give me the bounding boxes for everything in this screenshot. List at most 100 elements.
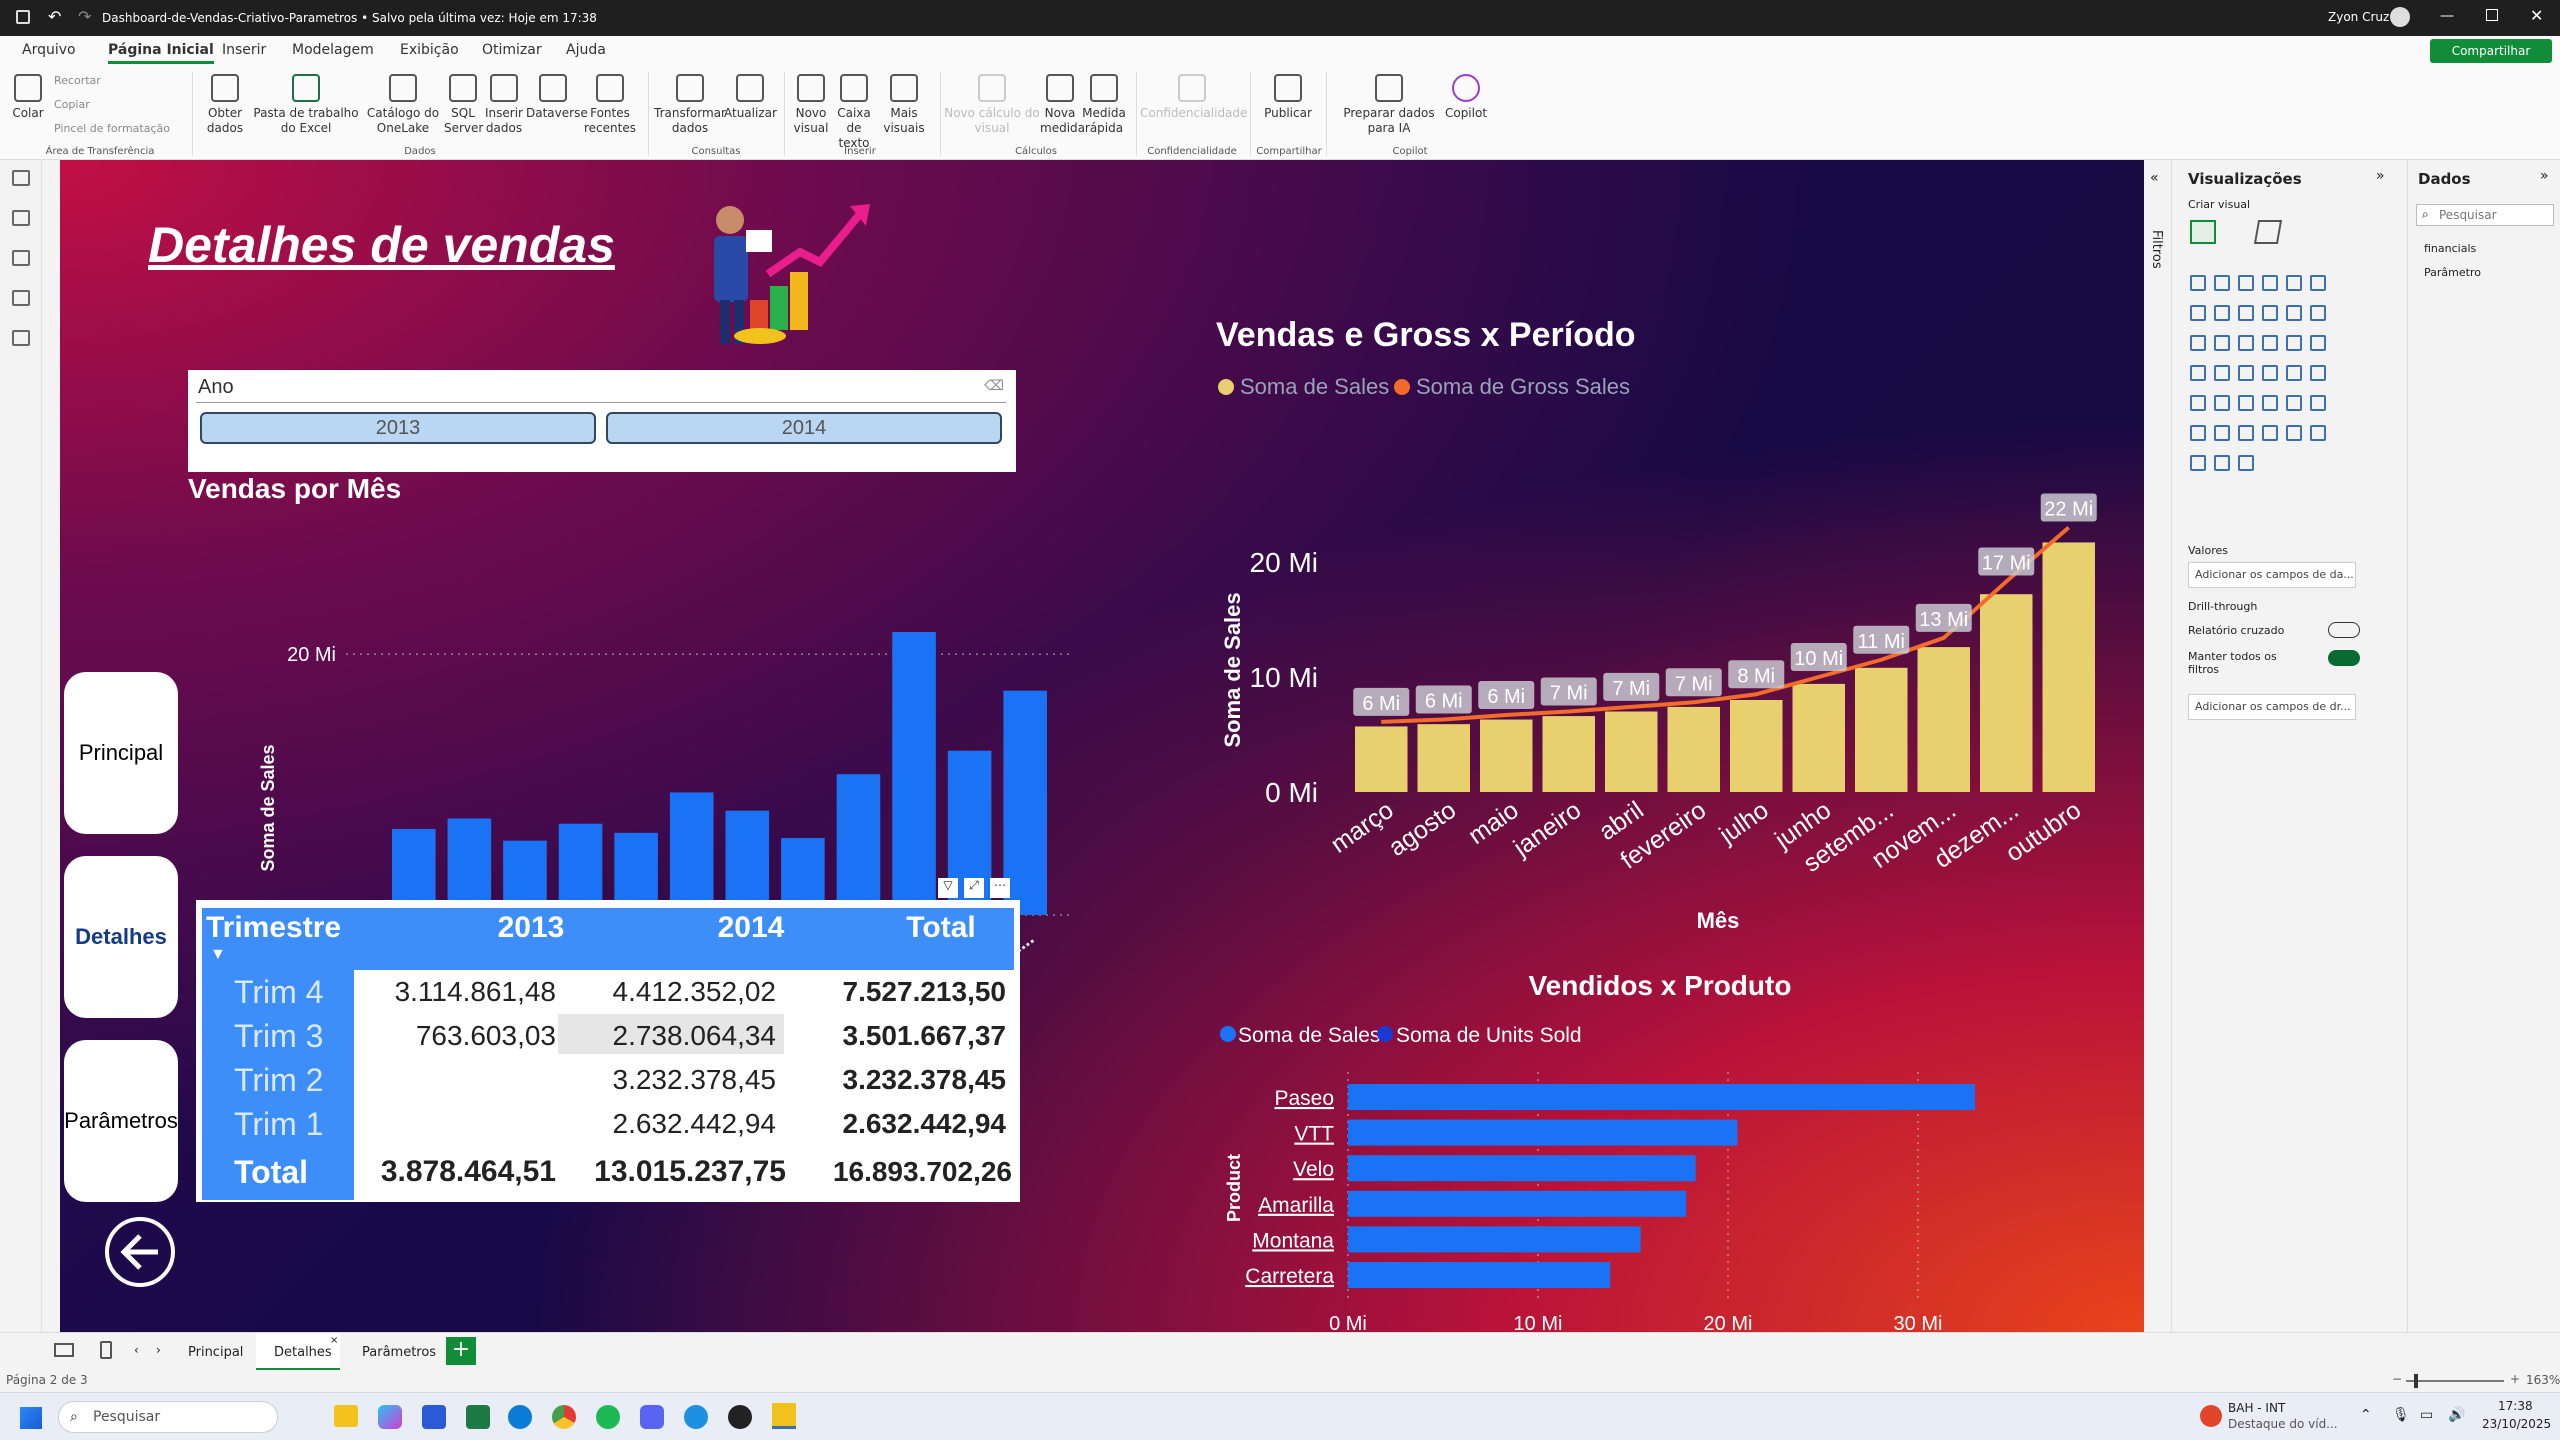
- sql-button[interactable]: SQL Server: [444, 74, 483, 136]
- back-arrow-button[interactable]: [102, 1214, 178, 1290]
- matrix-icon[interactable]: [2262, 395, 2278, 411]
- menu-ajuda[interactable]: Ajuda: [566, 42, 606, 58]
- line-column-icon[interactable]: [2286, 305, 2302, 321]
- menu-otimizar[interactable]: Otimizar: [482, 42, 542, 58]
- news-title[interactable]: BAH - INT: [2228, 1401, 2285, 1415]
- taskbar-search[interactable]: Pesquisar: [58, 1401, 278, 1433]
- transform-button[interactable]: Transformar dados: [654, 74, 726, 136]
- matrix-row-label[interactable]: Trim 4: [234, 970, 323, 1014]
- expand-icon[interactable]: »: [2376, 168, 2385, 184]
- stacked-bar-icon[interactable]: [2190, 275, 2206, 291]
- scatter-icon[interactable]: [2238, 335, 2254, 351]
- model-view-icon[interactable]: [12, 250, 30, 266]
- map-icon[interactable]: [2190, 365, 2206, 381]
- volume-icon[interactable]: 🔊: [2448, 1407, 2465, 1423]
- table-icon[interactable]: [2238, 395, 2254, 411]
- messenger-icon[interactable]: [684, 1405, 708, 1429]
- line-chart-icon[interactable]: [2190, 305, 2206, 321]
- quick-measure-button[interactable]: Medida rápida: [1080, 74, 1128, 136]
- multirow-card-icon[interactable]: [2310, 365, 2326, 381]
- clock-time[interactable]: 17:38: [2498, 1399, 2533, 1413]
- matrix-header-2013[interactable]: 2013: [426, 906, 636, 950]
- nav-button-parametros[interactable]: Parâmetros: [64, 1040, 178, 1202]
- more-visuals-icon[interactable]: [2238, 455, 2254, 471]
- microphone-icon[interactable]: 🎙: [2392, 1407, 2410, 1423]
- enter-data-button[interactable]: Inserir dados: [482, 74, 526, 136]
- chrome-icon[interactable]: [552, 1405, 576, 1429]
- zoom-out-icon[interactable]: −: [2392, 1372, 2402, 1386]
- more-visuals-button[interactable]: Mais visuais: [876, 74, 932, 136]
- nav-button-principal[interactable]: Principal: [64, 672, 178, 834]
- matrix-row-label[interactable]: Trim 1: [234, 1102, 323, 1146]
- donut-icon[interactable]: [2286, 335, 2302, 351]
- values-drop-zone[interactable]: Adicionar os campos de da...: [2188, 562, 2356, 588]
- azure-map-icon[interactable]: [2238, 365, 2254, 381]
- edge-icon[interactable]: [508, 1405, 532, 1429]
- news-subtitle[interactable]: Destaque do víd...: [2228, 1417, 2338, 1431]
- close-tab-icon[interactable]: ×: [330, 1335, 338, 1346]
- data-search-input[interactable]: Pesquisar: [2416, 204, 2554, 226]
- zoom-in-icon[interactable]: +: [2510, 1372, 2520, 1386]
- publish-button[interactable]: Publicar: [1258, 74, 1318, 121]
- filter-icon[interactable]: ▽: [938, 878, 958, 898]
- ribbon-chart-icon[interactable]: [2262, 305, 2278, 321]
- eraser-icon[interactable]: ⌫: [984, 378, 1004, 394]
- recent-sources-button[interactable]: Fontes recentes: [582, 74, 638, 136]
- windows-start-icon[interactable]: [20, 1407, 42, 1429]
- filters-pane[interactable]: « Filtros: [2144, 160, 2172, 1332]
- undo-icon[interactable]: ↶: [48, 7, 61, 26]
- r-visual-icon[interactable]: [2286, 395, 2302, 411]
- page-tab-detalhes[interactable]: Detalhes: [274, 1345, 332, 1360]
- matrix-header-trimestre[interactable]: Trimestre: [206, 906, 341, 950]
- store-icon[interactable]: [422, 1405, 446, 1429]
- filled-map-icon[interactable]: [2214, 365, 2230, 381]
- copilot-app-icon[interactable]: [378, 1405, 402, 1429]
- drill-drop-zone[interactable]: Adicionar os campos de dr...: [2188, 694, 2356, 720]
- menu-inserir[interactable]: Inserir: [222, 42, 266, 58]
- cross-report-toggle[interactable]: [2328, 622, 2360, 638]
- sensitivity-button[interactable]: Confidencialidade: [1140, 74, 1247, 121]
- expand-icon[interactable]: »: [2540, 168, 2549, 184]
- slicer-option-2014[interactable]: 2014: [606, 412, 1002, 444]
- cut-button[interactable]: Recortar: [54, 74, 101, 87]
- dataverse-button[interactable]: Dataverse: [526, 74, 588, 121]
- quarter-matrix[interactable]: Trimestre ▼ 2013 2014 Total Trim 4 3.114…: [196, 900, 1020, 1202]
- zoom-level[interactable]: 163%: [2526, 1373, 2560, 1387]
- github-icon[interactable]: [728, 1405, 752, 1429]
- app-icon[interactable]: [466, 1405, 490, 1429]
- collapse-icon[interactable]: «: [2150, 170, 2159, 186]
- mobile-view-icon[interactable]: [100, 1341, 112, 1359]
- paste-button[interactable]: Colar: [10, 74, 46, 121]
- pie-icon[interactable]: [2262, 335, 2278, 351]
- slicer-option-2013[interactable]: 2013: [200, 412, 596, 444]
- more-options-icon[interactable]: ⋯: [990, 878, 1010, 898]
- line-stacked-icon[interactable]: [2310, 305, 2326, 321]
- file-title[interactable]: Dashboard-de-Vendas-Criativo-Parametros …: [102, 11, 597, 25]
- minimize-icon[interactable]: —: [2440, 8, 2454, 24]
- menu-pagina-inicial[interactable]: Página Inicial: [108, 42, 214, 64]
- power-apps-icon[interactable]: [2190, 455, 2206, 471]
- save-icon[interactable]: [16, 10, 30, 24]
- clustered-column-icon[interactable]: [2262, 275, 2278, 291]
- onelake-button[interactable]: Catálogo do OneLake: [362, 74, 444, 136]
- format-visual-icon[interactable]: [2253, 220, 2283, 244]
- desktop-view-icon[interactable]: [54, 1343, 74, 1357]
- copy-button[interactable]: Copiar: [54, 98, 90, 111]
- excel-button[interactable]: Pasta de trabalho do Excel: [250, 74, 362, 136]
- page-tab-parametros[interactable]: Parâmetros: [362, 1345, 436, 1360]
- next-page-icon[interactable]: ›: [156, 1343, 161, 1357]
- menu-arquivo[interactable]: Arquivo: [22, 42, 76, 58]
- waterfall-icon[interactable]: [2190, 335, 2206, 351]
- table-item-financials[interactable]: financials: [2424, 242, 2476, 255]
- new-visual-button[interactable]: Novo visual: [790, 74, 832, 136]
- get-data-button[interactable]: Obter dados: [200, 74, 250, 136]
- share-button[interactable]: Compartilhar: [2430, 39, 2552, 63]
- close-icon[interactable]: ✕: [2530, 6, 2543, 25]
- zoom-slider[interactable]: [2406, 1380, 2504, 1382]
- qa-icon[interactable]: [2238, 425, 2254, 441]
- 100-column-icon[interactable]: [2310, 275, 2326, 291]
- refresh-button[interactable]: Atualizar: [724, 74, 777, 121]
- matrix-row-label[interactable]: Trim 2: [234, 1058, 323, 1102]
- table-item-parametro[interactable]: Parâmetro: [2424, 266, 2481, 279]
- area-chart-icon[interactable]: [2214, 305, 2230, 321]
